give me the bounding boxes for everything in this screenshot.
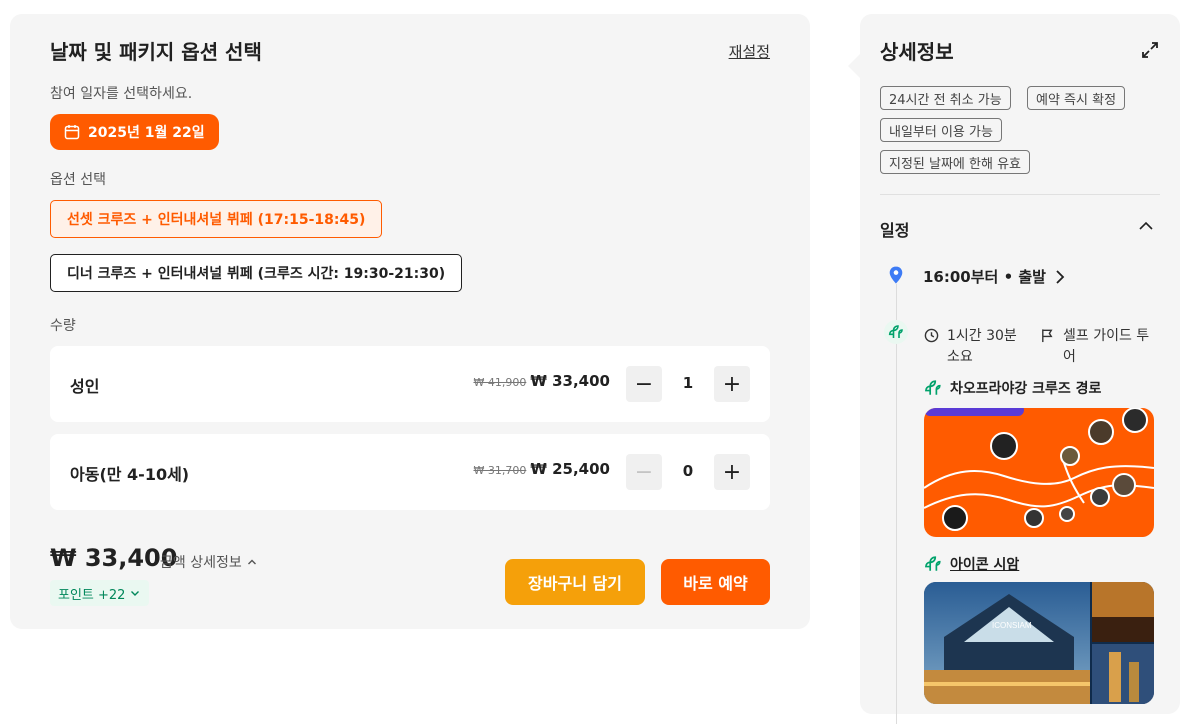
sale-price: ₩ 33,400 — [530, 372, 610, 390]
details-panel: 상세정보 24시간 전 취소 가능 예약 즉시 확정 내일부터 이용 가능 지정… — [860, 14, 1180, 724]
quantity-row-adult: 성인 ₩ 41,900 ₩ 33,400 − 1 + — [50, 346, 770, 422]
leaf-icon — [925, 556, 941, 571]
decrease-button[interactable]: − — [626, 366, 662, 402]
flag-icon — [1042, 329, 1053, 343]
points-label: 포인트 +22 — [58, 587, 126, 603]
points-badge[interactable]: 포인트 +22 — [50, 580, 150, 606]
duration-text: 1시간 30분 소요 — [947, 328, 1017, 365]
chevron-up-icon — [247, 559, 256, 565]
option-sunset-cruise[interactable]: 선셋 크루즈 + 인터내셔널 뷔페 (17:15-18:45) — [50, 200, 383, 238]
quantity-row-label: 성인 — [70, 377, 100, 396]
add-to-cart-button[interactable]: 장바구니 담기 — [505, 559, 645, 605]
increase-button[interactable]: + — [714, 366, 750, 402]
chevron-down-icon — [131, 591, 140, 596]
location-pin-icon — [889, 266, 903, 284]
date-prompt: 참여 일자를 선택하세요. — [50, 86, 193, 102]
divider — [880, 194, 1160, 195]
feature-tag: 내일부터 이용 가능 — [880, 118, 1002, 142]
option-dinner-cruise[interactable]: 디너 크루즈 + 인터내셔널 뷔페 (크루즈 시간: 19:30-21:30) — [50, 254, 463, 292]
date-select-button[interactable]: 2025년 1월 22일 — [50, 114, 219, 150]
photo-sign-text: ICONSIAM — [992, 621, 1032, 630]
feature-tag: 24시간 전 취소 가능 — [880, 86, 1011, 110]
original-price: ₩ 31,700 — [473, 464, 527, 477]
quantity-count: 1 — [682, 374, 694, 392]
quantity-label: 수량 — [50, 318, 76, 334]
timeline-line — [896, 284, 897, 724]
price-group: ₩ 31,700 ₩ 25,400 — [473, 460, 610, 478]
quantity-row-label: 아동(만 4-10세) — [70, 465, 190, 484]
panel-title: 날짜 및 패키지 옵션 선택 — [50, 40, 262, 64]
expand-icon[interactable] — [1140, 40, 1160, 60]
original-price: ₩ 41,900 — [473, 376, 527, 389]
booking-options-panel: 날짜 및 패키지 옵션 선택 재설정 참여 일자를 선택하세요. 2025년 1… — [10, 14, 810, 629]
feature-tag: 예약 즉시 확정 — [1027, 86, 1126, 110]
tour-type-info: 셀프 가이드 투어 — [1040, 326, 1160, 368]
details-title: 상세정보 — [880, 40, 954, 64]
price-detail-toggle[interactable]: 금액 상세정보 — [160, 552, 258, 572]
landmark-title-text: 아이콘 시암 — [950, 557, 1020, 573]
departure-text: 16:00부터 • 출발 — [923, 268, 1046, 286]
price-detail-label: 금액 상세정보 — [160, 555, 242, 571]
chevron-right-icon — [1056, 269, 1065, 284]
schedule-title: 일정 — [880, 221, 910, 240]
leaf-icon — [888, 325, 903, 338]
price-group: ₩ 41,900 ₩ 33,400 — [473, 372, 610, 390]
sale-price: ₩ 25,400 — [530, 460, 610, 478]
landmark-photo[interactable]: ICONSIAM — [924, 582, 1154, 704]
book-now-button[interactable]: 바로 예약 — [661, 559, 770, 605]
option-prompt: 옵션 선택 — [50, 172, 106, 188]
leaf-icon — [925, 380, 941, 395]
landmark-photo-graphic: ICONSIAM — [924, 582, 1154, 704]
route-title-text: 차오프라야강 크루즈 경로 — [950, 381, 1102, 397]
duration-info: 1시간 30분 소요 — [924, 326, 1029, 368]
reset-link[interactable]: 재설정 — [729, 41, 770, 62]
quantity-count: 0 — [682, 462, 694, 480]
route-title: 차오프라야강 크루즈 경로 — [924, 378, 1101, 398]
calendar-icon — [64, 125, 80, 140]
departure-info[interactable]: 16:00부터 • 출발 — [923, 266, 1068, 287]
decrease-button[interactable]: − — [626, 454, 662, 490]
feature-tag: 지정된 날짜에 한해 유효 — [880, 150, 1030, 174]
clock-icon — [924, 328, 939, 343]
tour-type-text: 셀프 가이드 투어 — [1063, 328, 1150, 365]
route-map-graphic — [924, 408, 1154, 531]
total-price: ₩ 33,400 — [50, 544, 178, 572]
quantity-row-child: 아동(만 4-10세) ₩ 31,700 ₩ 25,400 − 0 + — [50, 434, 770, 510]
route-map-image[interactable] — [924, 408, 1154, 537]
increase-button[interactable]: + — [714, 454, 750, 490]
panel-pointer — [848, 54, 860, 78]
landmark-link[interactable]: 아이콘 시암 — [924, 554, 1019, 574]
activity-marker — [884, 320, 908, 344]
chevron-up-icon[interactable] — [1138, 218, 1154, 234]
selected-date: 2025년 1월 22일 — [88, 125, 205, 141]
